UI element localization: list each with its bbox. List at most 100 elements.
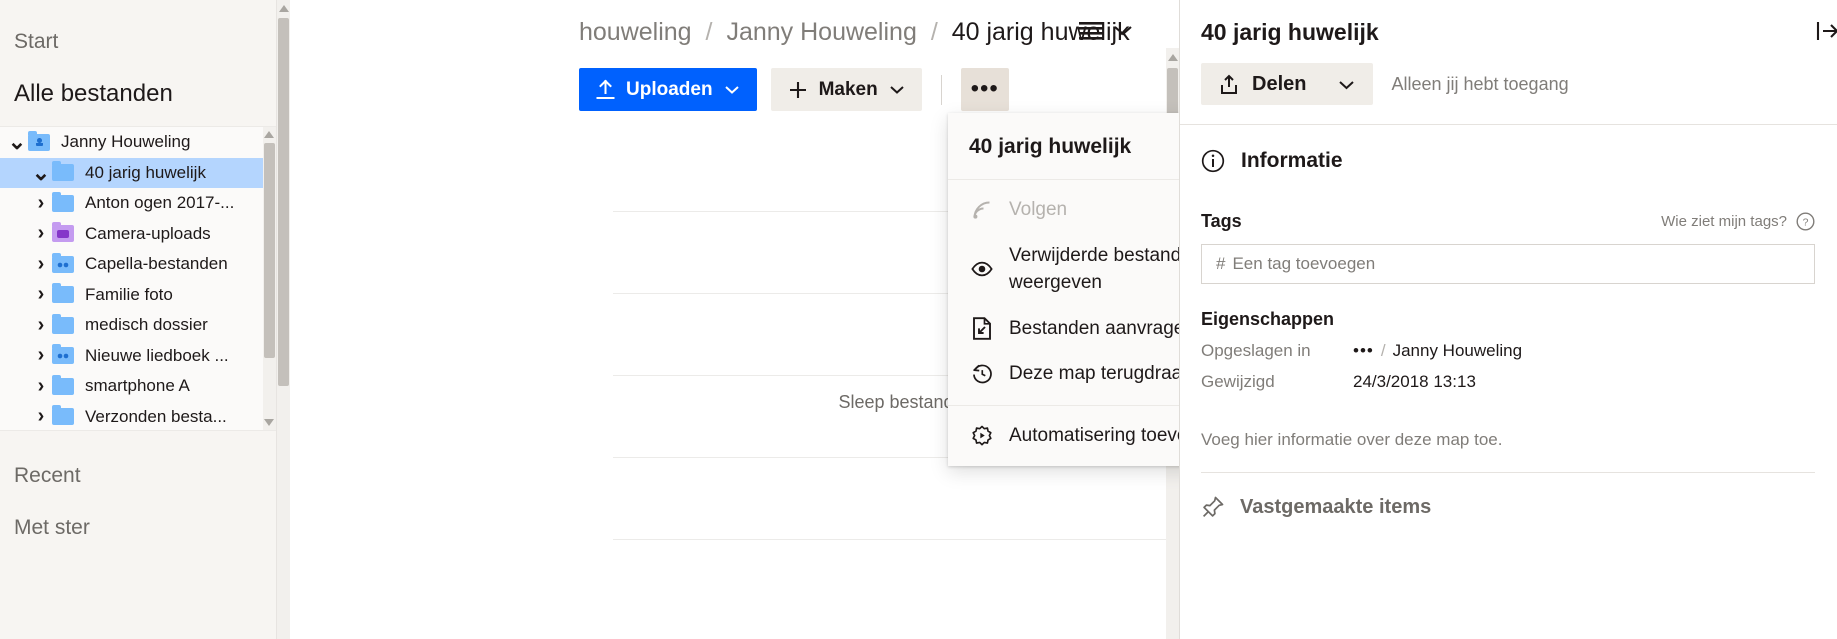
context-menu-item[interactable]: Bestanden aanvragen	[948, 306, 1179, 352]
folder-tree-item[interactable]: › Verzonden besta...	[0, 402, 276, 431]
folder-tree-item[interactable]: › medisch dossier	[0, 310, 276, 341]
breadcrumb: houweling / Janny Houweling / 40 jarig h…	[579, 18, 1130, 47]
property-value[interactable]: ••• / Janny Houweling	[1353, 341, 1522, 361]
breadcrumb-item-root[interactable]: houweling	[579, 18, 692, 46]
scroll-up-arrow-icon[interactable]	[279, 5, 289, 12]
more-options-button[interactable]: •••	[960, 68, 1009, 111]
access-status-text: Alleen jij hebt toegang	[1391, 73, 1569, 94]
plus-icon	[788, 80, 808, 100]
chevron-right-icon[interactable]: ›	[30, 344, 52, 367]
details-panel-title: 40 jarig huwelijk	[1201, 19, 1379, 45]
ellipsis-icon[interactable]: •••	[1353, 341, 1374, 361]
chevron-right-icon[interactable]: ›	[30, 253, 52, 276]
tag-input-placeholder: Een tag toevoegen	[1232, 254, 1376, 273]
folder-person-icon	[28, 130, 50, 151]
scroll-up-arrow-icon[interactable]	[264, 131, 274, 138]
chevron-right-icon[interactable]: ›	[30, 192, 52, 215]
view-options-button[interactable]	[1078, 20, 1133, 40]
scroll-down-arrow-icon[interactable]	[264, 419, 274, 426]
folder-tree-item[interactable]: › Nieuwe liedboek ...	[0, 341, 276, 372]
hash-icon: #	[1216, 254, 1226, 273]
breadcrumb-item-parent[interactable]: Janny Houweling	[726, 18, 916, 46]
sidebar-item-all-files[interactable]: Alle bestanden	[0, 68, 276, 120]
folder-tree-item-label: Capella-bestanden	[85, 254, 228, 274]
chevron-down-icon[interactable]: ⌄	[30, 161, 52, 183]
context-menu-item[interactable]: Automatisering toevoegen	[948, 413, 1179, 459]
toolbar-divider	[940, 74, 942, 105]
help-circle-icon[interactable]: ?	[1796, 212, 1815, 231]
folder-icon	[52, 374, 74, 395]
context-menu-item-label: Bestanden aanvragen	[1009, 317, 1179, 339]
sidebar-item-start[interactable]: Start	[0, 16, 276, 68]
chevron-right-icon[interactable]: ›	[30, 283, 52, 306]
folder-icon	[52, 191, 74, 212]
property-row: Gewijzigd 24/3/2018 13:13	[1201, 372, 1815, 392]
information-label: Informatie	[1241, 149, 1343, 172]
property-key: Opgeslagen in	[1201, 341, 1311, 360]
create-button-label: Maken	[818, 78, 878, 100]
folder-tree-item[interactable]: › Capella-bestanden	[0, 249, 276, 280]
upload-button[interactable]: Uploaden	[579, 68, 757, 111]
folder-tree-item-label: Nieuwe liedboek ...	[85, 345, 229, 365]
file-list-row	[613, 540, 1179, 621]
page-scroll-thumb[interactable]	[278, 18, 289, 386]
chevron-down-icon	[1113, 24, 1133, 37]
folder-tree-item[interactable]: › smartphone A	[0, 371, 276, 402]
folder-tree-item[interactable]: › Anton ogen 2017-...	[0, 188, 276, 219]
who-sees-tags-link[interactable]: Wie ziet mijn tags? ?	[1661, 212, 1815, 231]
sidebar-item-starred[interactable]: Met ster	[0, 503, 276, 553]
chevron-right-icon[interactable]: ›	[30, 405, 52, 428]
upload-icon	[596, 79, 615, 100]
property-value-text: 24/3/2018 13:13	[1353, 372, 1476, 391]
pin-icon	[1201, 495, 1225, 519]
folder-tree-item-label: 40 jarig huwelijk	[85, 162, 206, 182]
toolbar: Uploaden Maken •••	[579, 68, 1009, 111]
scroll-up-arrow-icon[interactable]	[1168, 54, 1178, 61]
property-value-text: Janny Houweling	[1392, 341, 1523, 360]
context-menu-item[interactable]: Deze map terugdraaien	[948, 351, 1179, 397]
tag-input[interactable]: # Een tag toevoegen	[1201, 244, 1815, 284]
context-menu-group: Automatisering toevoegen	[948, 404, 1179, 467]
sidebar-item-starred-label: Met ster	[14, 516, 90, 539]
chevron-down-icon	[724, 84, 740, 95]
collapse-panel-icon[interactable]	[1815, 18, 1837, 44]
context-menu-title: 40 jarig huwelijk	[948, 113, 1179, 180]
chevron-right-icon[interactable]: ›	[30, 314, 52, 337]
folder-tree-item[interactable]: › Familie foto	[0, 280, 276, 311]
folder-icon	[52, 161, 74, 182]
pinned-items-section[interactable]: Vastgemaakte items	[1180, 473, 1837, 519]
create-button[interactable]: Maken	[770, 68, 922, 111]
property-key: Gewijzigd	[1201, 372, 1275, 391]
page-scrollbar[interactable]	[277, 0, 290, 639]
context-menu-item: Volgen	[948, 187, 1179, 233]
breadcrumb-separator: /	[930, 18, 938, 46]
folder-tree-scrollbar[interactable]	[263, 127, 276, 430]
ellipsis-icon: •••	[970, 75, 999, 103]
folder-tree-item[interactable]: › Camera-uploads	[0, 219, 276, 250]
share-button-label: Delen	[1252, 72, 1307, 95]
chevron-down-icon[interactable]: ⌄	[6, 131, 28, 153]
property-value[interactable]: 24/3/2018 13:13	[1353, 372, 1476, 392]
folder-tree-item[interactable]: ⌄ 40 jarig huwelijk	[0, 157, 276, 188]
information-section-header: Informatie	[1180, 125, 1837, 191]
folder-tree-item-label: Verzonden besta...	[85, 406, 227, 426]
chevron-right-icon[interactable]: ›	[30, 375, 52, 398]
folder-tree-item-label: Anton ogen 2017-...	[85, 193, 235, 213]
share-row: Delen Alleen jij hebt toegang	[1180, 46, 1837, 125]
folder-icon	[52, 405, 74, 426]
folder-tree-scroll-thumb[interactable]	[264, 143, 275, 358]
file-list-row	[613, 458, 1179, 539]
context-menu-item[interactable]: Verwijderde bestanden weergeven	[948, 233, 1179, 306]
chevron-right-icon[interactable]: ›	[30, 222, 52, 245]
dropbox-file-browser: Start Alle bestanden ⌄ Janny Houweling ⌄ 40…	[0, 0, 1837, 639]
properties-label: Eigenschappen	[1201, 309, 1335, 329]
sidebar-item-recent[interactable]: Recent	[0, 451, 276, 501]
folder-tree-item[interactable]: ⌄ Janny Houweling	[0, 127, 276, 158]
breadcrumb-separator: /	[705, 18, 713, 46]
context-menu-group: Volgen Verwijderde bestanden weergeven Bes…	[948, 180, 1179, 405]
folder-tree-item-label: smartphone A	[85, 376, 190, 396]
share-button[interactable]: Delen	[1201, 63, 1374, 105]
folder-description-placeholder[interactable]: Voeg hier informatie over deze map toe.	[1201, 430, 1815, 473]
context-menu-item-label: Deze map terugdraaien	[1009, 363, 1179, 385]
details-panel-body: Tags Wie ziet mijn tags? ? # Een tag toe…	[1180, 211, 1837, 473]
